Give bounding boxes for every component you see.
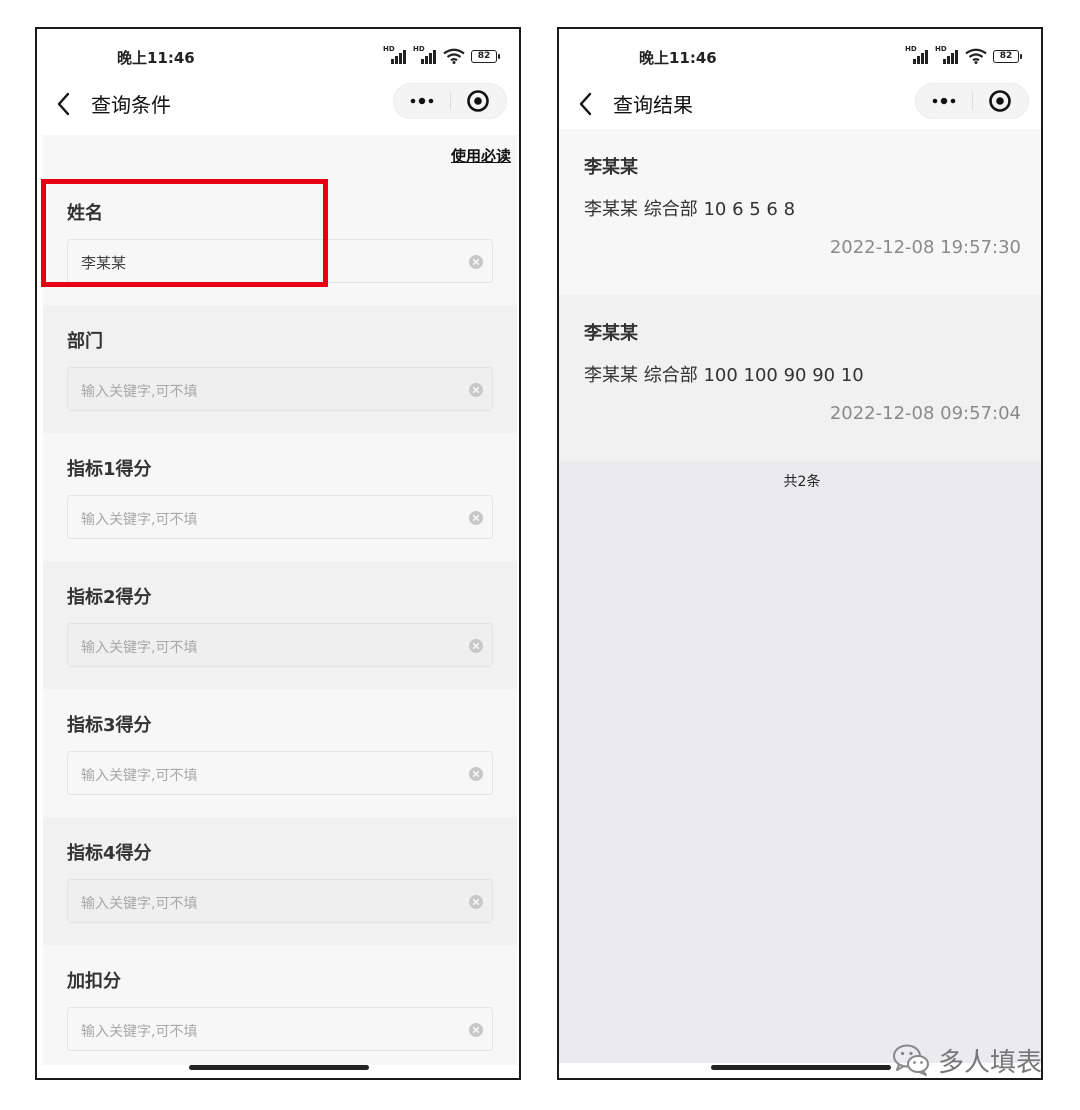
- status-bar: 晚上11:46 HD HD 82: [37, 29, 519, 81]
- field-department: 部门 输入关键字,可不填: [43, 305, 517, 433]
- clear-icon[interactable]: [468, 254, 484, 270]
- field-label: 指标2得分: [67, 587, 152, 608]
- bonus-input[interactable]: 输入关键字,可不填: [67, 1007, 493, 1051]
- query-conditions-screen: 晚上11:46 HD HD 82 查询条件 使用必读 姓名 李某某 部门 输入关…: [35, 27, 521, 1080]
- clear-icon[interactable]: [468, 766, 484, 782]
- clear-icon[interactable]: [468, 894, 484, 910]
- result-name: 李某某: [584, 157, 638, 178]
- back-icon[interactable]: [55, 91, 75, 117]
- result-detail: 李某某 综合部 100 100 90 90 10: [584, 365, 864, 386]
- result-item[interactable]: 李某某 李某某 综合部 10 6 5 6 8 2022-12-08 19:57:…: [559, 129, 1041, 295]
- wechat-icon: [893, 1044, 929, 1076]
- signal-icon: HD: [905, 45, 929, 64]
- target-icon[interactable]: [973, 84, 1028, 118]
- field-score-2: 指标2得分 输入关键字,可不填: [43, 561, 517, 689]
- result-item[interactable]: 李某某 李某某 综合部 100 100 90 90 10 2022-12-08 …: [559, 295, 1041, 461]
- result-name: 李某某: [584, 323, 638, 344]
- input-placeholder: 输入关键字,可不填: [81, 768, 198, 784]
- wifi-icon: [965, 48, 987, 64]
- department-input[interactable]: 输入关键字,可不填: [67, 367, 493, 411]
- status-icons: HD HD 82: [905, 45, 1022, 65]
- query-results-screen: 晚上11:46 HD HD 82 查询结果 李某某 李某某 综合部 10 6 5…: [557, 27, 1043, 1080]
- highlight-annotation: [41, 179, 328, 287]
- home-indicator[interactable]: [189, 1065, 369, 1070]
- clear-icon[interactable]: [468, 1022, 484, 1038]
- page-title: 查询结果: [613, 93, 693, 117]
- status-icons: HD HD 82: [383, 45, 500, 65]
- field-score-4: 指标4得分 输入关键字,可不填: [43, 817, 517, 945]
- clear-icon[interactable]: [468, 382, 484, 398]
- score-2-input[interactable]: 输入关键字,可不填: [67, 623, 493, 667]
- signal-icon: HD: [935, 45, 959, 64]
- field-label: 指标3得分: [67, 715, 152, 736]
- page-title: 查询条件: [91, 93, 171, 117]
- score-1-input[interactable]: 输入关键字,可不填: [67, 495, 493, 539]
- field-bonus: 加扣分 输入关键字,可不填: [43, 945, 517, 1073]
- status-bar: 晚上11:46 HD HD 82: [559, 29, 1041, 81]
- result-detail: 李某某 综合部 10 6 5 6 8: [584, 199, 796, 220]
- signal-icon: HD: [383, 45, 407, 64]
- result-timestamp: 2022-12-08 19:57:30: [829, 237, 1021, 258]
- battery-icon: 82: [993, 49, 1022, 63]
- wifi-icon: [443, 48, 465, 64]
- field-label: 部门: [67, 331, 103, 352]
- result-timestamp: 2022-12-08 09:57:04: [829, 403, 1021, 424]
- nav-bar: 查询结果: [559, 81, 1041, 127]
- score-3-input[interactable]: 输入关键字,可不填: [67, 751, 493, 795]
- nav-bar: 查询条件: [37, 81, 519, 127]
- input-placeholder: 输入关键字,可不填: [81, 640, 198, 656]
- result-count: 共2条: [783, 474, 821, 490]
- signal-icon: HD: [413, 45, 437, 64]
- home-indicator[interactable]: [711, 1065, 891, 1070]
- input-placeholder: 输入关键字,可不填: [81, 384, 198, 400]
- watermark-text: 多人填表: [938, 1047, 1043, 1078]
- battery-icon: 82: [471, 49, 500, 63]
- input-placeholder: 输入关键字,可不填: [81, 512, 198, 528]
- clear-icon[interactable]: [468, 510, 484, 526]
- field-score-1: 指标1得分 输入关键字,可不填: [43, 433, 517, 561]
- field-label: 加扣分: [67, 971, 121, 992]
- status-time: 晚上11:46: [639, 49, 717, 67]
- mini-program-capsule: [915, 83, 1029, 119]
- watermark: 多人填表: [892, 1042, 1042, 1078]
- target-icon[interactable]: [451, 84, 506, 118]
- field-label: 指标4得分: [67, 843, 152, 864]
- mini-program-capsule: [393, 83, 507, 119]
- status-time: 晚上11:46: [117, 49, 195, 67]
- more-icon[interactable]: [394, 84, 450, 118]
- input-placeholder: 输入关键字,可不填: [81, 896, 198, 912]
- score-4-input[interactable]: 输入关键字,可不填: [67, 879, 493, 923]
- usage-notice-link[interactable]: 使用必读: [451, 145, 511, 166]
- field-label: 指标1得分: [67, 459, 152, 480]
- back-icon[interactable]: [577, 91, 597, 117]
- result-footer: 共2条: [559, 461, 1041, 1063]
- input-placeholder: 输入关键字,可不填: [81, 1024, 198, 1040]
- more-icon[interactable]: [916, 84, 972, 118]
- field-score-3: 指标3得分 输入关键字,可不填: [43, 689, 517, 817]
- clear-icon[interactable]: [468, 638, 484, 654]
